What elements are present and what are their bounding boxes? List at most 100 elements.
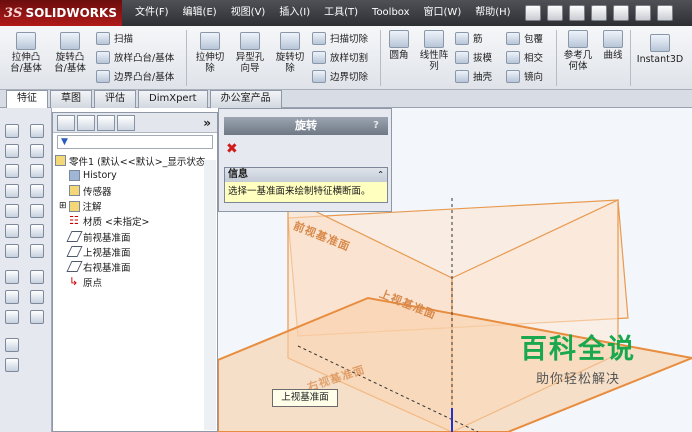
tree-root-part[interactable]: 零件1 (默认<<默认>_显示状态	[55, 153, 215, 168]
menu-window[interactable]: 窗口(W)	[417, 0, 469, 26]
tree-item-history[interactable]: History	[55, 168, 215, 183]
tool-icon[interactable]	[30, 270, 44, 284]
tab-features[interactable]: 特征	[6, 90, 48, 108]
tree-item-origin[interactable]: ↳ 原点	[55, 275, 215, 290]
tool-icon[interactable]	[5, 338, 19, 352]
tool-icon[interactable]	[30, 224, 44, 238]
extrude-boss-button[interactable]: 拉伸凸 台/基体	[4, 32, 48, 74]
draft-icon	[455, 50, 469, 64]
pin-icon[interactable]	[524, 5, 541, 21]
property-manager-icon[interactable]	[77, 114, 95, 131]
tool-icon[interactable]	[30, 204, 44, 218]
revolve-cut-button[interactable]: 旋转切 除	[270, 32, 310, 74]
tool-icon[interactable]	[30, 244, 44, 258]
filter-icon[interactable]: ▼	[57, 135, 213, 149]
tool-icon[interactable]	[30, 164, 44, 178]
open-icon[interactable]	[568, 5, 585, 21]
tab-office-products[interactable]: 办公室产品	[209, 90, 282, 108]
fillet-button[interactable]: 圆角	[382, 30, 416, 61]
app-logo[interactable]: 3S SOLIDWORKS	[0, 0, 122, 26]
history-icon	[69, 170, 80, 182]
tool-icon[interactable]	[30, 310, 44, 324]
tab-sketch[interactable]: 草图	[50, 90, 92, 108]
mirror-button[interactable]: 镜向	[506, 67, 543, 85]
print-icon[interactable]	[612, 5, 629, 21]
feature-tree: 零件1 (默认<<默认>_显示状态 History 传感器 ⊞ 注解 ☷ 材质 …	[53, 151, 217, 292]
tab-evaluate[interactable]: 评估	[94, 90, 136, 108]
revolve-boss-button[interactable]: 旋转凸 台/基体	[48, 32, 92, 74]
rib-button[interactable]: 筋	[455, 29, 483, 47]
undo-icon[interactable]	[634, 5, 651, 21]
boundary-cut-icon	[312, 69, 326, 83]
tree-item-annotations[interactable]: ⊞ 注解	[55, 199, 215, 214]
expand-chevron-icon[interactable]: »	[203, 116, 211, 130]
quick-access-toolbar	[522, 5, 676, 21]
curves-button[interactable]: 曲线	[598, 30, 628, 61]
tool-icon[interactable]	[5, 244, 19, 258]
tool-icon[interactable]	[5, 224, 19, 238]
menu-edit[interactable]: 编辑(E)	[176, 0, 224, 26]
feature-manager-tabs: »	[53, 113, 217, 133]
configuration-icon[interactable]	[97, 114, 115, 131]
tool-icon[interactable]	[5, 310, 19, 324]
menu-view[interactable]: 视图(V)	[224, 0, 273, 26]
tool-icon[interactable]	[5, 290, 19, 304]
loft-cut-button[interactable]: 放样切割	[312, 48, 368, 66]
hole-wizard-button[interactable]: 异型孔 向导	[230, 32, 270, 74]
revolve-title: 旋转 ?	[224, 117, 388, 135]
watermark-sub: 助你轻松解决	[535, 372, 620, 387]
shell-button[interactable]: 抽壳	[455, 67, 492, 85]
feature-tree-icon[interactable]	[57, 114, 75, 131]
boundary-boss-button[interactable]: 边界凸台/基体	[96, 67, 174, 85]
tree-item-top-plane[interactable]: 上视基准面	[55, 244, 215, 259]
tab-dimxpert[interactable]: DimXpert	[138, 90, 208, 108]
reference-geometry-button[interactable]: 参考几 何体	[558, 30, 598, 72]
instant3d-icon	[650, 34, 670, 52]
tree-item-sensors[interactable]: 传感器	[55, 183, 215, 198]
new-document-icon[interactable]	[546, 5, 563, 21]
tool-icon[interactable]	[5, 204, 19, 218]
instant3d-button[interactable]: Instant3D	[632, 34, 688, 65]
wrap-button[interactable]: 包覆	[506, 29, 543, 47]
tree-item-material[interactable]: ☷ 材质 <未指定>	[55, 214, 215, 229]
loft-boss-button[interactable]: 放样凸台/基体	[96, 48, 174, 66]
linear-pattern-icon	[424, 30, 444, 48]
tool-icon[interactable]	[5, 144, 19, 158]
tool-icon[interactable]	[5, 124, 19, 138]
appearance-icon[interactable]	[117, 114, 135, 131]
collapse-icon[interactable]: ⌃	[377, 168, 384, 182]
tool-icon[interactable]	[30, 124, 44, 138]
menu-toolbox[interactable]: Toolbox	[365, 0, 417, 26]
expand-plus-icon[interactable]: ⊞	[59, 201, 67, 211]
menu-file[interactable]: 文件(F)	[128, 0, 176, 26]
linear-pattern-button[interactable]: 线性阵 列	[416, 30, 452, 72]
tool-icon[interactable]	[30, 144, 44, 158]
sweep-cut-button[interactable]: 扫描切除	[312, 29, 368, 47]
menu-help[interactable]: 帮助(H)	[468, 0, 517, 26]
watermark: 百科全说 助你轻松解决	[498, 330, 658, 410]
tool-icon[interactable]	[5, 164, 19, 178]
tree-item-front-plane[interactable]: 前视基准面	[55, 229, 215, 244]
annotation-icon	[68, 200, 80, 212]
sweep-button[interactable]: 扫描	[96, 29, 133, 47]
tree-item-right-plane[interactable]: 右视基准面	[55, 259, 215, 274]
feature-tree-scrollbar[interactable]	[204, 160, 216, 430]
menu-tools[interactable]: 工具(T)	[317, 0, 365, 26]
plane-icon	[66, 231, 83, 243]
boundary-cut-button[interactable]: 边界切除	[312, 67, 368, 85]
tool-icon[interactable]	[5, 270, 19, 284]
tool-icon[interactable]	[30, 290, 44, 304]
draft-button[interactable]: 拔模	[455, 48, 492, 66]
save-icon[interactable]	[590, 5, 607, 21]
help-icon[interactable]: ?	[370, 119, 382, 132]
origin-icon: ↳	[69, 274, 79, 288]
info-header[interactable]: 信息 ⌃	[225, 168, 387, 182]
cancel-icon[interactable]: ✖	[226, 141, 238, 157]
redo-icon[interactable]	[656, 5, 673, 21]
tool-icon[interactable]	[5, 184, 19, 198]
tool-icon[interactable]	[5, 358, 19, 372]
tool-icon[interactable]	[30, 184, 44, 198]
extrude-cut-button[interactable]: 拉伸切 除	[190, 32, 230, 74]
intersect-button[interactable]: 相交	[506, 48, 543, 66]
menu-insert[interactable]: 插入(I)	[272, 0, 317, 26]
